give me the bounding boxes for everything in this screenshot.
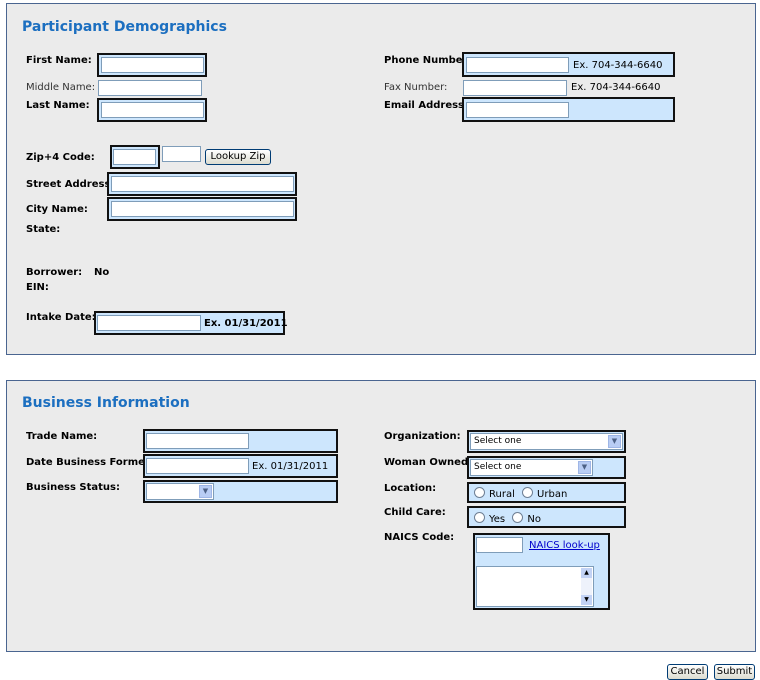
- zip-label: Zip+4 Code:: [26, 152, 95, 163]
- organization-select[interactable]: Select one ▼: [470, 433, 623, 450]
- chevron-down-icon: ▼: [199, 485, 212, 498]
- chevron-down-icon: ▼: [608, 435, 621, 448]
- last-name-label: Last Name:: [26, 100, 90, 111]
- scrollbar[interactable]: ▲ ▼: [581, 568, 592, 605]
- cancel-button[interactable]: Cancel: [667, 664, 708, 680]
- organization-value: Select one: [474, 436, 522, 446]
- intake-date-input[interactable]: [97, 315, 201, 331]
- intake-date-example: Ex. 01/31/2011: [204, 318, 288, 329]
- trade-name-label: Trade Name:: [26, 431, 98, 442]
- radio-icon: [522, 487, 534, 498]
- zip4-input[interactable]: [162, 146, 201, 162]
- first-name-label: First Name:: [26, 55, 92, 66]
- borrower-label: Borrower:: [26, 267, 83, 278]
- section-title: Business Information: [22, 395, 190, 411]
- city-name-label: City Name:: [26, 204, 88, 215]
- rural-label: Rural: [489, 489, 515, 500]
- naics-label: NAICS Code:: [384, 532, 455, 543]
- section-title: Participant Demographics: [22, 19, 227, 35]
- date-formed-input[interactable]: [146, 458, 249, 474]
- location-urban-radio[interactable]: Urban: [522, 487, 568, 500]
- business-status-select[interactable]: ▼: [146, 483, 214, 500]
- borrower-value: No: [94, 267, 110, 278]
- naics-textarea[interactable]: ▲ ▼: [476, 566, 594, 607]
- scroll-down-icon[interactable]: ▼: [581, 595, 592, 605]
- last-name-input[interactable]: [101, 102, 204, 118]
- first-name-input[interactable]: [101, 57, 204, 73]
- child-care-no-radio[interactable]: No: [512, 512, 541, 525]
- fax-example: Ex. 704-344-6640: [571, 82, 661, 93]
- yes-label: Yes: [489, 514, 506, 525]
- scroll-up-icon[interactable]: ▲: [581, 568, 592, 578]
- street-address-label: Street Address:: [26, 179, 115, 190]
- radio-icon: [512, 512, 524, 523]
- email-label: Email Address:: [384, 100, 469, 111]
- chevron-down-icon: ▼: [578, 461, 591, 474]
- woman-owned-value: Select one: [474, 462, 522, 472]
- date-formed-example: Ex. 01/31/2011: [252, 461, 329, 472]
- location-rural-radio[interactable]: Rural: [474, 487, 515, 500]
- middle-name-label: Middle Name:: [26, 82, 96, 93]
- middle-name-input[interactable]: [98, 80, 202, 96]
- naics-lookup-link[interactable]: NAICS look-up: [529, 540, 600, 551]
- phone-input[interactable]: [466, 57, 569, 73]
- submit-button[interactable]: Submit: [714, 664, 755, 680]
- woman-owned-label: Woman Owned:: [384, 457, 473, 468]
- naics-code-input[interactable]: [476, 537, 523, 553]
- business-information-panel: [6, 380, 756, 652]
- fax-input[interactable]: [463, 80, 567, 96]
- state-label: State:: [26, 224, 61, 235]
- no-label: No: [527, 514, 541, 525]
- zip-input[interactable]: [113, 149, 156, 165]
- location-radio-group: Rural Urban: [474, 487, 567, 500]
- phone-label: Phone Number:: [384, 55, 472, 66]
- city-name-input[interactable]: [111, 201, 294, 217]
- organization-label: Organization:: [384, 431, 461, 442]
- location-label: Location:: [384, 483, 437, 494]
- ein-label: EIN:: [26, 282, 49, 293]
- intake-date-label: Intake Date:: [26, 312, 96, 323]
- child-care-label: Child Care:: [384, 507, 446, 518]
- radio-icon: [474, 487, 485, 498]
- woman-owned-select[interactable]: Select one ▼: [470, 459, 593, 476]
- radio-icon: [474, 512, 485, 523]
- email-input[interactable]: [466, 102, 569, 118]
- street-address-input[interactable]: [111, 176, 294, 192]
- trade-name-input[interactable]: [146, 433, 249, 449]
- business-status-label: Business Status:: [26, 482, 120, 493]
- urban-label: Urban: [537, 489, 568, 500]
- child-care-radio-group: Yes No: [474, 512, 541, 525]
- child-care-yes-radio[interactable]: Yes: [474, 512, 506, 525]
- phone-example: Ex. 704-344-6640: [573, 60, 663, 71]
- lookup-zip-button[interactable]: Lookup Zip: [205, 149, 271, 165]
- fax-label: Fax Number:: [384, 82, 448, 93]
- date-formed-label: Date Business Formed:: [26, 457, 157, 468]
